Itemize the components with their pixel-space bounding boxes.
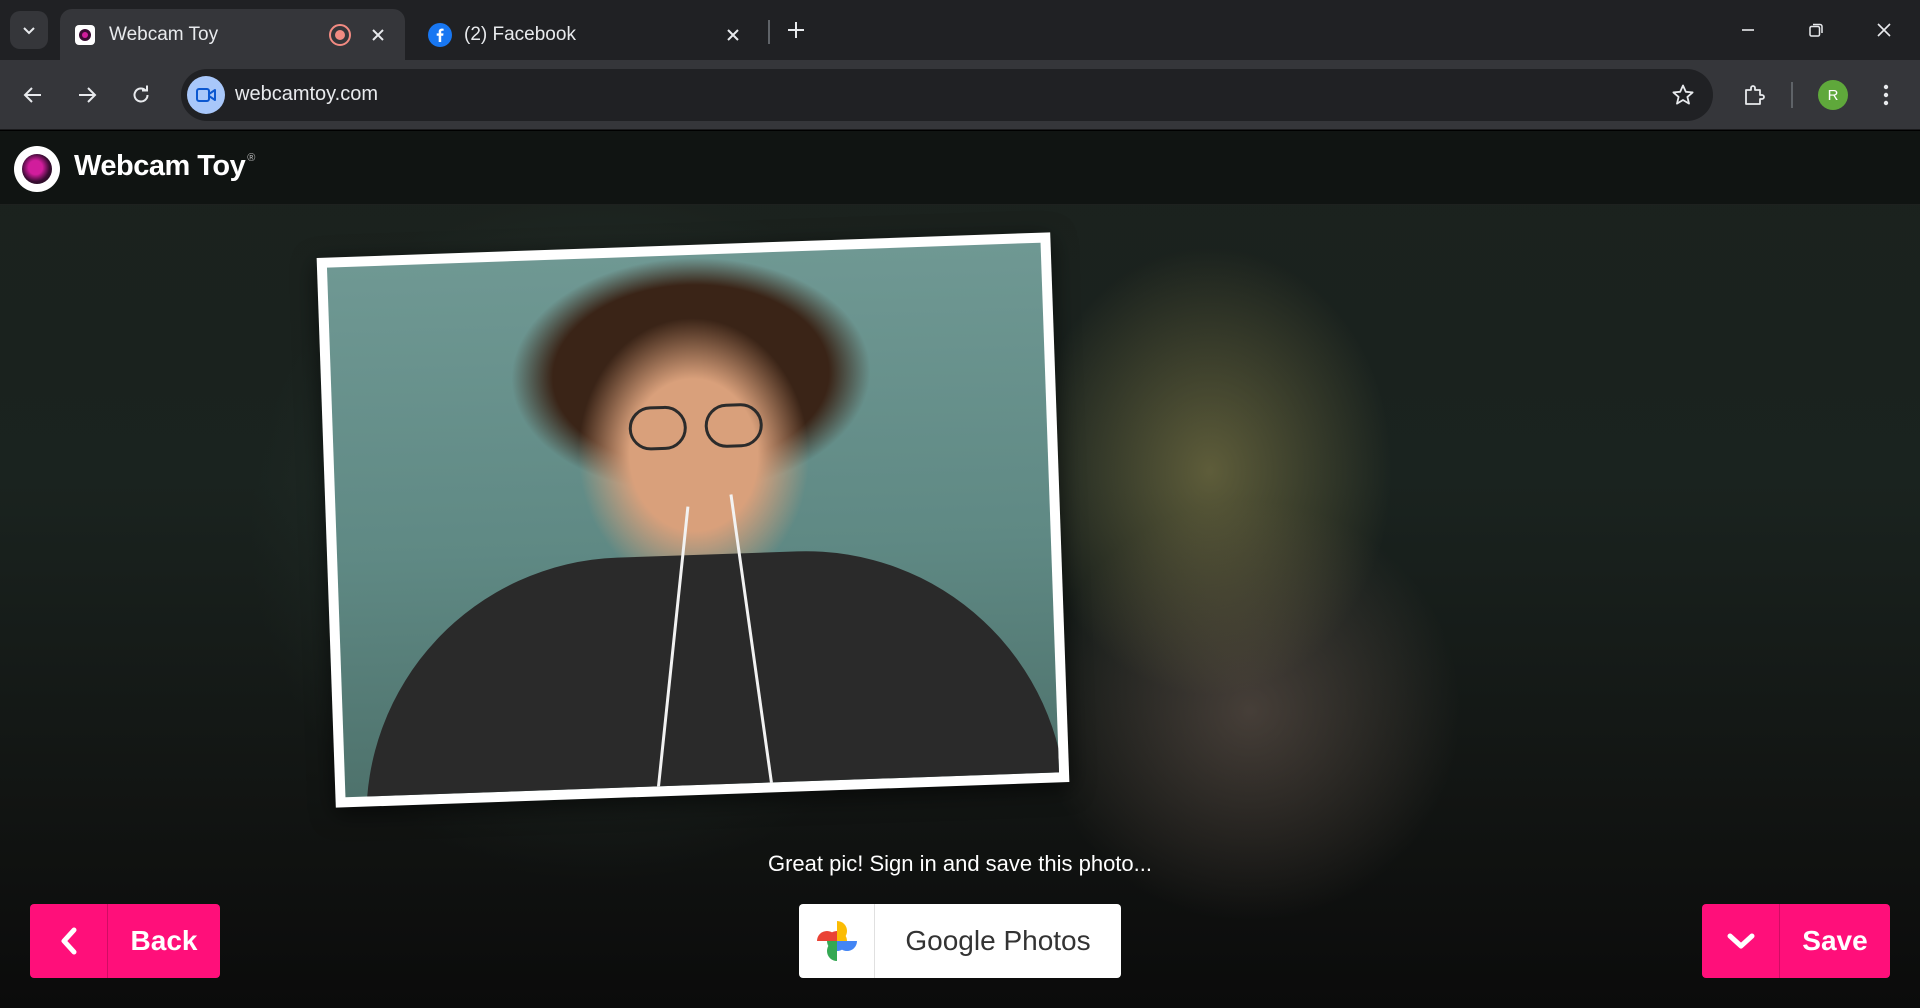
google-photos-icon <box>799 904 875 978</box>
forward-arrow-icon <box>79 87 97 103</box>
tab-facebook[interactable]: (2) Facebook <box>415 9 760 60</box>
save-button-label: Save <box>1802 925 1868 956</box>
brand-title: Webcam Toy <box>74 150 246 182</box>
back-navigation-button[interactable] <box>13 75 53 115</box>
browser-toolbar: webcamtoy.com R <box>0 60 1920 130</box>
browser-menu-button[interactable] <box>1866 75 1906 115</box>
webcam-toy-page: Webcam Toy ® Great pic! Sign in and save … <box>0 131 1920 1008</box>
extensions-button[interactable] <box>1734 75 1774 115</box>
restore-icon <box>1809 23 1823 37</box>
webcam-toy-logo[interactable] <box>14 146 60 192</box>
photo-subject-shirt <box>357 542 1060 798</box>
chevron-down-icon <box>1702 904 1780 978</box>
recording-icon <box>329 23 351 46</box>
google-photos-button[interactable]: Google Photos <box>799 904 1121 978</box>
close-icon[interactable] <box>720 22 746 48</box>
reload-button[interactable] <box>121 75 161 115</box>
more-vert-icon <box>1883 84 1889 106</box>
restore-button[interactable] <box>1796 12 1836 48</box>
close-icon[interactable] <box>365 22 391 48</box>
tab-title: Webcam Toy <box>109 23 219 45</box>
reload-icon <box>133 85 149 103</box>
captured-photo-frame <box>316 232 1070 808</box>
save-prompt-text: Great pic! Sign in and save this photo..… <box>767 851 1152 876</box>
back-button[interactable]: Back <box>30 904 220 978</box>
google-photos-label: Google Photos <box>905 925 1091 956</box>
video-camera-icon <box>196 88 216 102</box>
site-info-button[interactable] <box>187 76 225 114</box>
tab-separator <box>768 20 770 44</box>
plus-icon <box>788 22 804 38</box>
chevron-left-icon <box>30 904 108 978</box>
tab-title: (2) Facebook <box>464 23 576 45</box>
close-icon <box>1877 23 1891 37</box>
registered-mark: ® <box>247 152 255 164</box>
app-header: Webcam Toy ® <box>0 131 1920 205</box>
photo-subject-glasses <box>628 402 770 453</box>
extensions-icon <box>1745 85 1765 105</box>
brand-name[interactable]: Webcam Toy ® <box>74 150 255 183</box>
close-window-button[interactable] <box>1864 12 1904 48</box>
bookmark-button[interactable] <box>1667 79 1699 111</box>
new-tab-button[interactable] <box>780 14 812 46</box>
save-button[interactable]: Save <box>1702 904 1890 978</box>
browser-tab-strip: Webcam Toy (2) Facebook <box>0 0 1920 60</box>
profile-avatar[interactable]: R <box>1818 80 1848 110</box>
minimize-icon <box>1742 29 1754 31</box>
address-bar[interactable]: webcamtoy.com <box>181 69 1713 121</box>
chevron-down-icon <box>23 27 35 35</box>
toolbar-separator <box>1791 82 1793 108</box>
forward-navigation-button[interactable] <box>67 75 107 115</box>
minimize-button[interactable] <box>1728 12 1768 48</box>
facebook-icon <box>428 22 452 47</box>
url-text: webcamtoy.com <box>235 83 379 105</box>
tab-webcam-toy[interactable]: Webcam Toy <box>60 9 405 60</box>
back-arrow-icon <box>23 87 41 103</box>
captured-photo <box>326 242 1060 798</box>
star-icon <box>1672 84 1694 105</box>
webcam-favicon <box>73 23 97 47</box>
tab-search-button[interactable] <box>10 11 48 49</box>
back-button-label: Back <box>130 925 198 956</box>
